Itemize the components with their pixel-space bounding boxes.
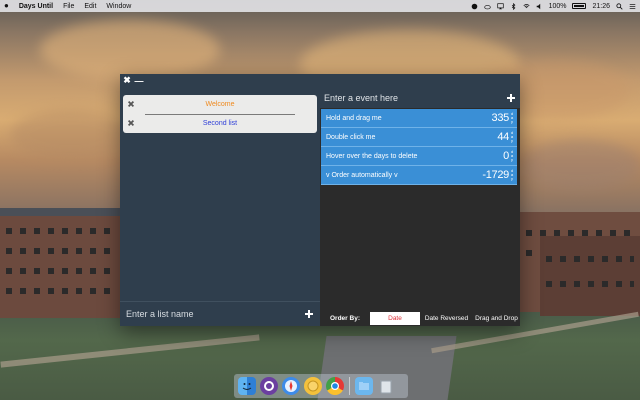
event-days[interactable]: 335 day (491, 111, 514, 125)
event-days[interactable]: 0 day (503, 149, 514, 163)
volume-icon[interactable] (536, 3, 543, 10)
event-name: Double click me (326, 133, 376, 141)
lists-card: Welcome Second list (123, 95, 317, 133)
event-days[interactable]: 44 day (497, 130, 514, 144)
event-name: v Order automatically v (326, 171, 398, 179)
spotlight-search-icon[interactable] (616, 2, 623, 10)
order-drag-and-drop-button[interactable]: Drag and Drop (473, 312, 520, 325)
shield-icon[interactable] (471, 3, 478, 10)
order-date-button[interactable]: Date (370, 312, 420, 325)
event-name: Hold and drag me (326, 114, 382, 122)
trash-icon[interactable] (377, 377, 395, 395)
event-days[interactable]: -1729 day (482, 168, 514, 182)
event-row[interactable]: Hold and drag me 335 day (321, 109, 517, 128)
delete-list-icon[interactable] (127, 100, 135, 108)
lists-pane: Welcome Second list (120, 87, 320, 326)
add-list-icon[interactable] (304, 309, 314, 319)
notification-center-icon[interactable] (629, 3, 636, 10)
safari-icon[interactable] (282, 377, 300, 395)
folder-icon[interactable] (355, 377, 373, 395)
days-unit: day (510, 130, 514, 143)
bluetooth-icon[interactable] (510, 2, 517, 10)
days-unit: day (510, 111, 514, 124)
close-window-icon[interactable]: ✖ (123, 75, 131, 85)
list-label: Second list (202, 120, 238, 127)
dock (234, 374, 408, 398)
add-event-icon[interactable] (506, 93, 516, 103)
event-row[interactable]: Hover over the days to delete 0 day (321, 147, 517, 166)
list-label: Welcome (205, 101, 235, 108)
event-days-count: -1729 (482, 169, 509, 181)
clock[interactable]: 21:26 (592, 3, 610, 10)
event-name-input[interactable] (324, 92, 506, 103)
event-row[interactable]: Double click me 44 day (321, 128, 517, 147)
new-list-bar (120, 301, 320, 326)
events-list: Hold and drag me 335 day Double click me… (321, 109, 517, 185)
event-days-count: 44 (497, 131, 509, 143)
list-item-second[interactable]: Second list (123, 114, 317, 133)
chrome-icon[interactable] (326, 377, 344, 395)
finder-icon[interactable] (238, 377, 256, 395)
list-name-input[interactable] (126, 309, 304, 319)
event-days-count: 0 (503, 150, 509, 162)
dock-separator (349, 377, 350, 395)
building-left (0, 208, 120, 318)
cloud-icon[interactable] (483, 3, 491, 10)
menu-window[interactable]: Window (106, 3, 131, 10)
days-until-window: ✖ — Welcome Second list Hold (120, 74, 520, 326)
order-date-reversed-button[interactable]: Date Reversed (420, 312, 473, 325)
days-until-icon[interactable] (304, 377, 322, 395)
order-by-bar: Order By: Date Date Reversed Drag and Dr… (320, 311, 520, 326)
airplay-icon[interactable] (496, 2, 504, 10)
event-name: Hover over the days to delete (326, 152, 418, 160)
new-event-bar (320, 87, 520, 108)
list-item-welcome[interactable]: Welcome (123, 95, 317, 114)
menu-bar: ● Days Until File Edit Window 100% 21:26 (0, 0, 640, 12)
apple-menu-icon[interactable]: ● (4, 2, 9, 10)
days-unit: day (510, 168, 514, 181)
event-row[interactable]: v Order automatically v -1729 day (321, 166, 517, 185)
events-pane: Hold and drag me 335 day Double click me… (320, 87, 520, 326)
order-by-label: Order By: (330, 315, 360, 322)
menu-app-name[interactable]: Days Until (19, 3, 53, 10)
wifi-icon[interactable] (523, 3, 530, 10)
github-icon[interactable] (260, 377, 278, 395)
battery-icon[interactable] (572, 3, 587, 9)
menu-edit[interactable]: Edit (84, 3, 96, 10)
battery-percent[interactable]: 100% (549, 3, 567, 10)
menu-file[interactable]: File (63, 3, 74, 10)
event-days-count: 335 (491, 112, 510, 124)
window-titlebar[interactable]: ✖ — (120, 74, 520, 87)
delete-list-icon[interactable] (127, 119, 135, 127)
minimize-window-icon[interactable]: — (135, 76, 144, 86)
days-unit: day (510, 149, 514, 162)
